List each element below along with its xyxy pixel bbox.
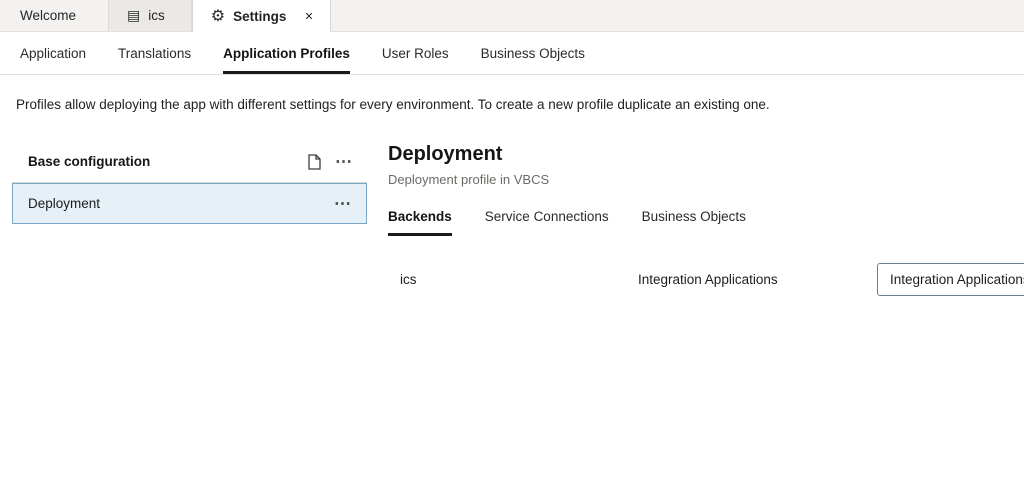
document-icon [307, 153, 321, 170]
profile-subtitle: Deployment profile in VBCS [388, 172, 550, 187]
tab-welcome-label: Welcome [20, 8, 77, 23]
subnav-user-roles-label: User Roles [381, 45, 449, 61]
tab-service-connections[interactable]: Service Connections [485, 209, 609, 236]
tab-settings-label: Settings [233, 8, 287, 24]
tab-ics[interactable]: ▤ ics [109, 0, 192, 31]
gear-icon: ⚙ [210, 8, 226, 25]
subnav-application-profiles[interactable]: Application Profiles [223, 32, 350, 74]
duplicate-profile-button[interactable] [299, 148, 329, 176]
profile-row-menu-button[interactable]: ⋯ [328, 190, 358, 218]
integration-application-select-value: Integration Applications [890, 272, 1024, 287]
subnav-application-profiles-label: Application Profiles [223, 45, 350, 61]
ellipsis-icon: ⋯ [334, 194, 352, 213]
app-icon: ▤ [127, 7, 141, 23]
base-configuration-row[interactable]: Base configuration ⋯ [12, 141, 367, 183]
profile-detail-tabs: Backends Service Connections Business Ob… [388, 209, 1024, 236]
backend-type: Integration Applications [638, 272, 778, 287]
tab-business-objects[interactable]: Business Objects [642, 209, 746, 236]
tab-business-objects-label: Business Objects [641, 209, 746, 224]
subnav-business-objects-label: Business Objects [480, 45, 585, 61]
backend-name: ics [400, 272, 417, 287]
tab-backends-label: Backends [388, 209, 452, 224]
tab-ics-label: ics [148, 8, 165, 23]
main-area: Base configuration ⋯ Deployment ⋯ Deploy… [0, 141, 1024, 297]
tab-welcome[interactable]: Welcome [0, 0, 110, 31]
tab-settings[interactable]: ⚙ Settings ✕ [191, 0, 331, 32]
subnav-translations-label: Translations [118, 45, 192, 61]
profiles-panel: Base configuration ⋯ Deployment ⋯ [12, 141, 367, 224]
profile-row-label: Deployment [28, 196, 101, 211]
tab-service-connections-label: Service Connections [484, 209, 609, 224]
profile-title: Deployment [388, 143, 503, 165]
close-icon[interactable]: ✕ [302, 8, 315, 25]
subnav-user-roles[interactable]: User Roles [382, 32, 449, 74]
profile-row-deployment[interactable]: Deployment ⋯ [12, 183, 367, 224]
base-configuration-menu-button[interactable]: ⋯ [329, 148, 359, 176]
subnav-translations[interactable]: Translations [118, 32, 191, 74]
subnav-application[interactable]: Application [20, 32, 86, 74]
backend-row: ics Integration Applications Integration… [388, 263, 1024, 297]
settings-subnav: Application Translations Application Pro… [0, 32, 1024, 75]
profiles-description: Profiles allow deploying the app with di… [16, 97, 770, 112]
subnav-business-objects[interactable]: Business Objects [481, 32, 585, 74]
base-configuration-label: Base configuration [28, 154, 151, 169]
subnav-application-label: Application [20, 45, 87, 61]
ellipsis-icon: ⋯ [335, 152, 353, 171]
profile-detail-panel: Deployment Deployment profile in VBCS Ba… [388, 141, 1024, 297]
integration-application-select[interactable]: Integration Applications [877, 263, 1024, 296]
tab-backends[interactable]: Backends [388, 209, 452, 236]
window-tab-bar: Welcome ▤ ics ⚙ Settings ✕ [0, 0, 1024, 32]
